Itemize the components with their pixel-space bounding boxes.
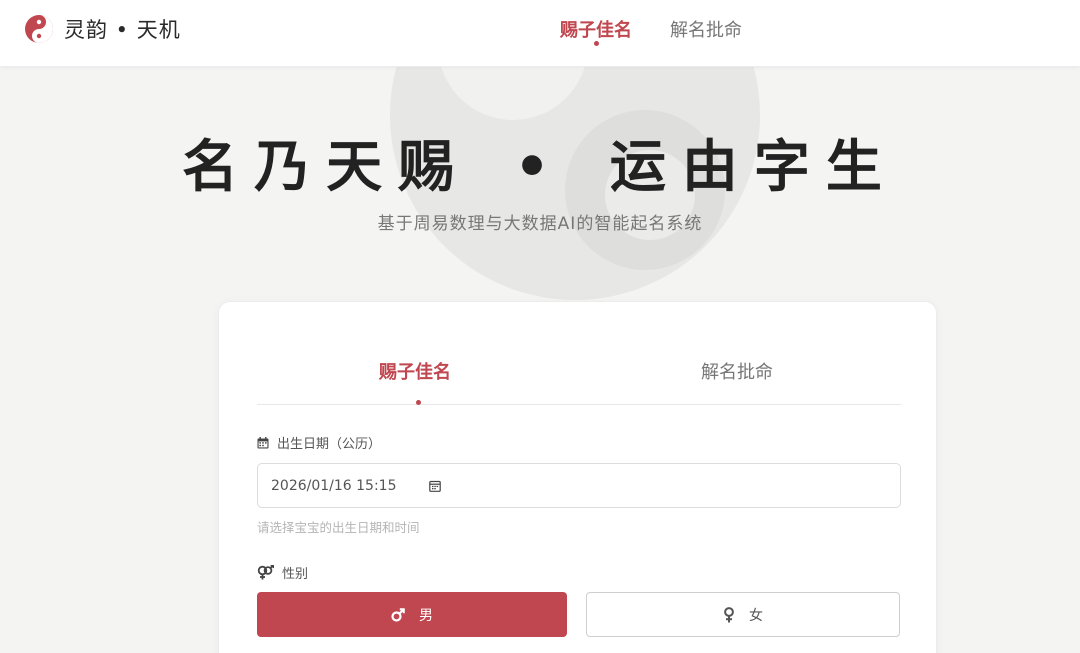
gender-male-label: 男 — [419, 607, 433, 624]
active-indicator-dot — [594, 41, 599, 46]
gender-female-button[interactable]: 女 — [586, 592, 900, 637]
nav-item-naming[interactable]: 赐子佳名 — [560, 16, 632, 46]
hero-title-dot: • — [514, 134, 566, 200]
hero-subtitle: 基于周易数理与大数据AI的智能起名系统 — [377, 214, 703, 234]
birth-date-label-text: 出生日期（公历） — [277, 437, 382, 452]
female-icon — [724, 606, 734, 622]
birth-date-input[interactable]: 2026/01/16 15:15 — [257, 463, 901, 508]
gender-female-label: 女 — [749, 607, 763, 624]
male-icon — [391, 607, 405, 622]
logo-text: 灵韵 • 天机 — [64, 18, 181, 42]
hero-title-left: 名乃天赐 — [182, 134, 471, 200]
naming-form-card: 赐子佳名 解名批命 出生日期（公历） 2026/01/16 15:15 请选择宝… — [218, 301, 937, 653]
top-header: 灵韵 • 天机 赐子佳名 解名批命 — [0, 0, 1080, 67]
birth-date-value: 2026/01/16 15:15 — [271, 477, 397, 494]
form-tabs: 赐子佳名 解名批命 — [257, 358, 901, 405]
hero-title: 名乃天赐 • 运由字生 — [0, 122, 1080, 203]
main-nav: 赐子佳名 解名批命 — [560, 16, 742, 46]
logo[interactable]: 灵韵 • 天机 — [24, 14, 181, 44]
birth-date-label: 出生日期（公历） — [257, 433, 381, 452]
birth-date-hint: 请选择宝宝的出生日期和时间 — [257, 520, 420, 535]
gender-icon — [257, 565, 274, 580]
nav-item-label: 赐子佳名 — [560, 20, 632, 41]
gender-label-text: 性别 — [282, 567, 309, 582]
tab-naming[interactable]: 赐子佳名 — [379, 358, 451, 384]
date-picker-icon — [428, 480, 441, 492]
active-tab-dot — [416, 400, 421, 405]
date-picker-button[interactable] — [428, 480, 441, 492]
taiji-logo-icon — [25, 15, 53, 43]
nav-item-name-analysis[interactable]: 解名批命 — [670, 16, 742, 42]
gender-male-button[interactable]: 男 — [257, 592, 567, 637]
tab-name-analysis[interactable]: 解名批命 — [701, 358, 773, 384]
gender-label: 性别 — [257, 563, 308, 582]
hero-title-right: 运由字生 — [609, 134, 898, 200]
nav-item-label: 解名批命 — [670, 20, 742, 41]
calendar-icon — [257, 436, 269, 448]
